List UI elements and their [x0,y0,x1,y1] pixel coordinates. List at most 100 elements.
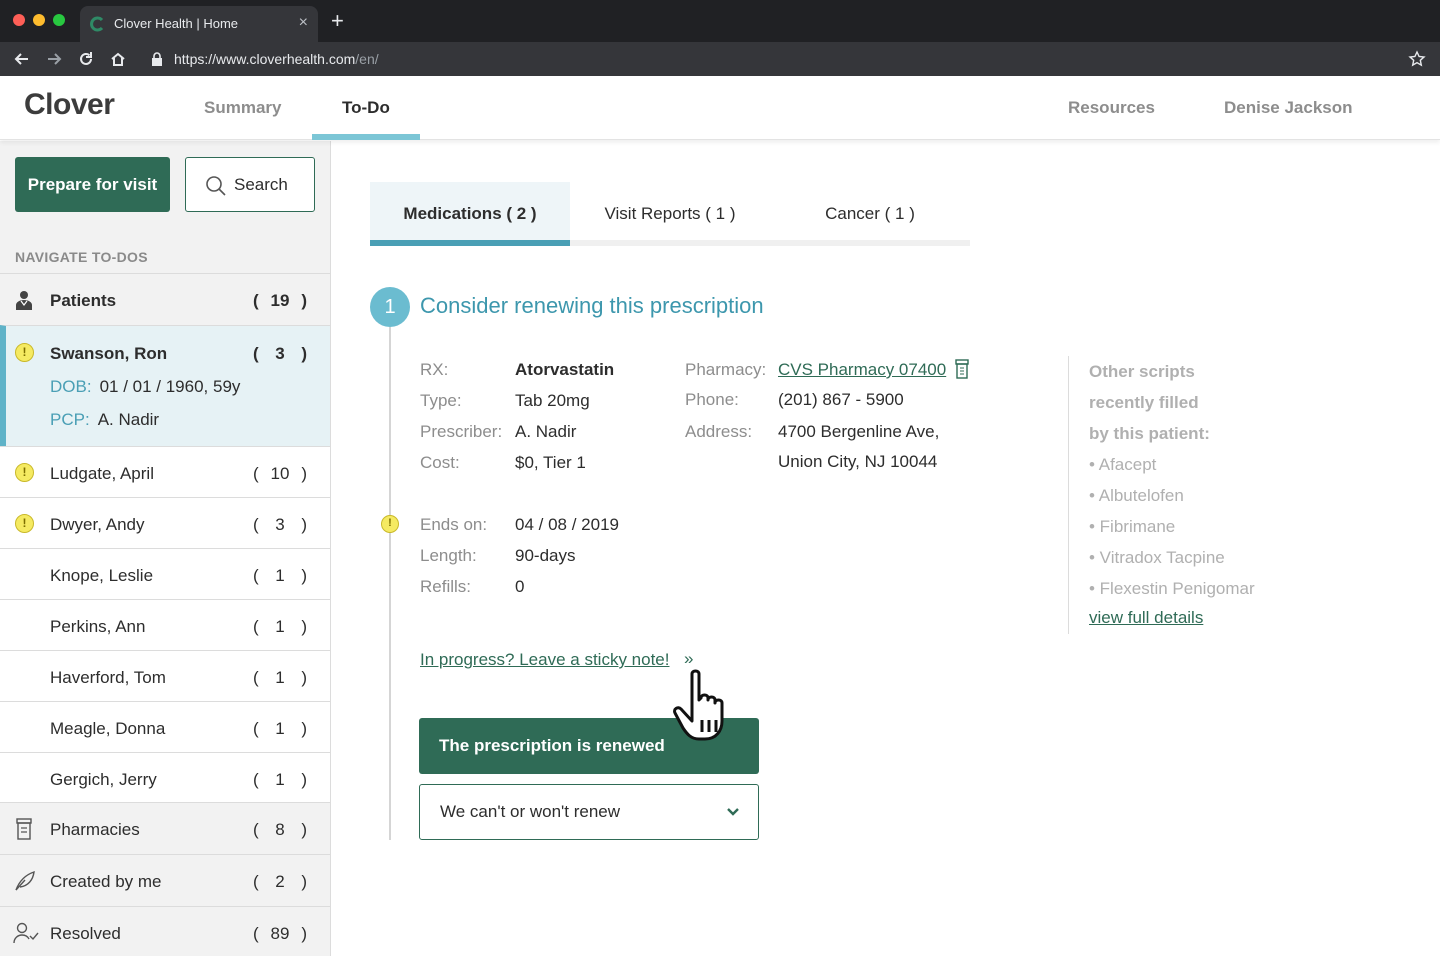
patient-pcp: PCP: A. Nadir [50,410,160,429]
feather-icon [15,870,35,891]
forward-arrow-icon[interactable] [45,50,63,68]
sidebar-patient-row[interactable]: Ludgate, April (10) [0,446,330,497]
back-arrow-icon[interactable] [13,50,31,68]
nav-resources[interactable]: Resources [1068,98,1155,118]
other-script-item: • Flexestin Penigomar [1089,579,1255,598]
patient-count: (3) [253,344,307,363]
length-label: Length: [420,546,477,565]
sidebar-patient-row[interactable]: Dwyer, Andy (3) [0,497,330,548]
patient-dob: DOB: 01 / 01 / 1960, 59y [50,377,241,396]
nav-summary[interactable]: Summary [204,98,281,118]
hand-cursor-icon [673,669,724,741]
window-minimize-button[interactable] [33,14,45,26]
sidebar-item-label: Created by me [50,872,162,891]
patient-name: Dwyer, Andy [50,515,145,534]
alert-icon [15,463,34,482]
pharmacy-link[interactable]: CVS Pharmacy 07400 [778,360,946,380]
patient-name: Haverford, Tom [50,668,166,687]
refills-value: 0 [515,577,525,596]
chevron-down-icon [727,808,739,816]
other-script-item: • Fibrimane [1089,517,1176,536]
sidebar-item-created-by-me[interactable]: Created by me (2) [0,854,330,906]
home-icon[interactable] [109,50,127,68]
patient-count: (3) [253,515,307,534]
url-path: /en/ [355,51,379,67]
view-full-details-link[interactable]: view full details [1089,608,1203,628]
sidebar-item-count: (19) [253,291,307,310]
app-header: Clover Summary To-Do Resources Denise Ja… [0,76,1440,140]
ends-on-label: Ends on: [420,515,488,534]
reload-icon[interactable] [77,50,95,68]
pharmacy-label: Pharmacy: [685,360,767,379]
sidebar-item-patients[interactable]: Patients (19) [0,273,330,325]
pill-bottle-icon [955,359,969,379]
type-label: Type: [420,391,462,410]
rx-label: RX: [420,360,449,379]
patient-count: (1) [253,770,307,789]
nav-todo[interactable]: To-Do [342,98,390,118]
tab-active-indicator [370,240,570,246]
sidebar-item-resolved[interactable]: Resolved (89) [0,906,330,956]
cost-label: Cost: [420,453,460,472]
patient-name: Swanson, Ron [50,344,168,363]
patient-name: Knope, Leslie [50,566,154,585]
bookmark-star-icon[interactable] [1408,50,1426,68]
window-close-button[interactable] [13,14,25,26]
cost-value: $0, Tier 1 [515,453,586,472]
rx-value: Atorvastatin [515,360,615,379]
browser-tab-title: Clover Health | Home [114,16,239,31]
sidebar-item-label: Pharmacies [50,820,140,839]
sticky-note-link[interactable]: In progress? Leave a sticky note! [420,650,669,670]
patient-count: (1) [253,719,307,738]
user-menu[interactable]: Denise Jackson [1224,98,1353,118]
tab-visit-reports[interactable]: Visit Reports ( 1 ) [570,182,770,246]
pill-bottle-icon [16,818,32,840]
sidebar-item-pharmacies[interactable]: Pharmacies (8) [0,802,330,854]
other-script-item: • Afacept [1089,455,1157,474]
doctor-icon [16,291,32,310]
new-tab-icon[interactable]: + [331,10,344,32]
sidebar-patient-row[interactable]: Gergich, Jerry (1) [0,752,330,802]
patient-count: (1) [253,566,307,585]
tab-medications[interactable]: Medications ( 2 ) [370,182,570,246]
wont-renew-select[interactable]: We can't or won't renew [419,784,759,840]
sidebar-patient-selected[interactable]: Swanson, Ron (3) DOB:01 / 01 / 1960, 59y… [0,325,330,446]
other-scripts-divider [1068,356,1069,634]
sidebar-patient-row[interactable]: Meagle, Donna (1) [0,701,330,752]
search-button-label: Search [234,175,288,194]
patient-name: Meagle, Donna [50,719,166,738]
address-bar[interactable]: https://www.cloverhealth.com/en/ [174,51,379,67]
address-line2: Union City, NJ 10044 [778,452,938,471]
todo-tabs: Medications ( 2 ) Visit Reports ( 1 ) Ca… [370,182,970,246]
patient-count: (1) [253,668,307,687]
sidebar-item-count: (89) [253,924,307,943]
sidebar-item-count: (8) [253,820,307,839]
clover-logo[interactable]: Clover [24,88,115,122]
browser-tab[interactable]: Clover Health | Home × [80,6,318,42]
sidebar-patient-row[interactable]: Knope, Leslie (1) [0,548,330,599]
window-maximize-button[interactable] [53,14,65,26]
close-tab-icon[interactable]: × [299,14,308,32]
search-icon [206,176,226,196]
clover-favicon-icon [90,16,104,32]
tab-cancer[interactable]: Cancer ( 1 ) [770,182,970,246]
length-value: 90-days [515,546,576,565]
nav-todo-active-indicator [312,134,420,140]
patient-name: Ludgate, April [50,464,154,483]
sidebar-patient-row[interactable]: Perkins, Ann (1) [0,599,330,650]
ends-on-value: 04 / 08 / 2019 [515,515,619,534]
alert-icon [15,514,34,533]
step-title: Consider renewing this prescription [420,293,764,318]
timeline-line [389,327,391,840]
patient-name: Gergich, Jerry [50,770,157,789]
sidebar-patient-row[interactable]: Haverford, Tom (1) [0,650,330,701]
wont-renew-select-label: We can't or won't renew [440,802,621,821]
prepare-for-visit-button[interactable]: Prepare for visit [15,157,170,212]
type-value: Tab 20mg [515,391,590,410]
other-script-item: • Vitradox Tacpine [1089,548,1225,567]
alert-icon [15,343,34,362]
browser-tabstrip: Clover Health | Home × + [0,0,1440,42]
double-chevron-right-icon: » [684,649,694,668]
search-button[interactable]: Search [185,157,315,212]
browser-toolbar: https://www.cloverhealth.com/en/ [0,42,1440,76]
